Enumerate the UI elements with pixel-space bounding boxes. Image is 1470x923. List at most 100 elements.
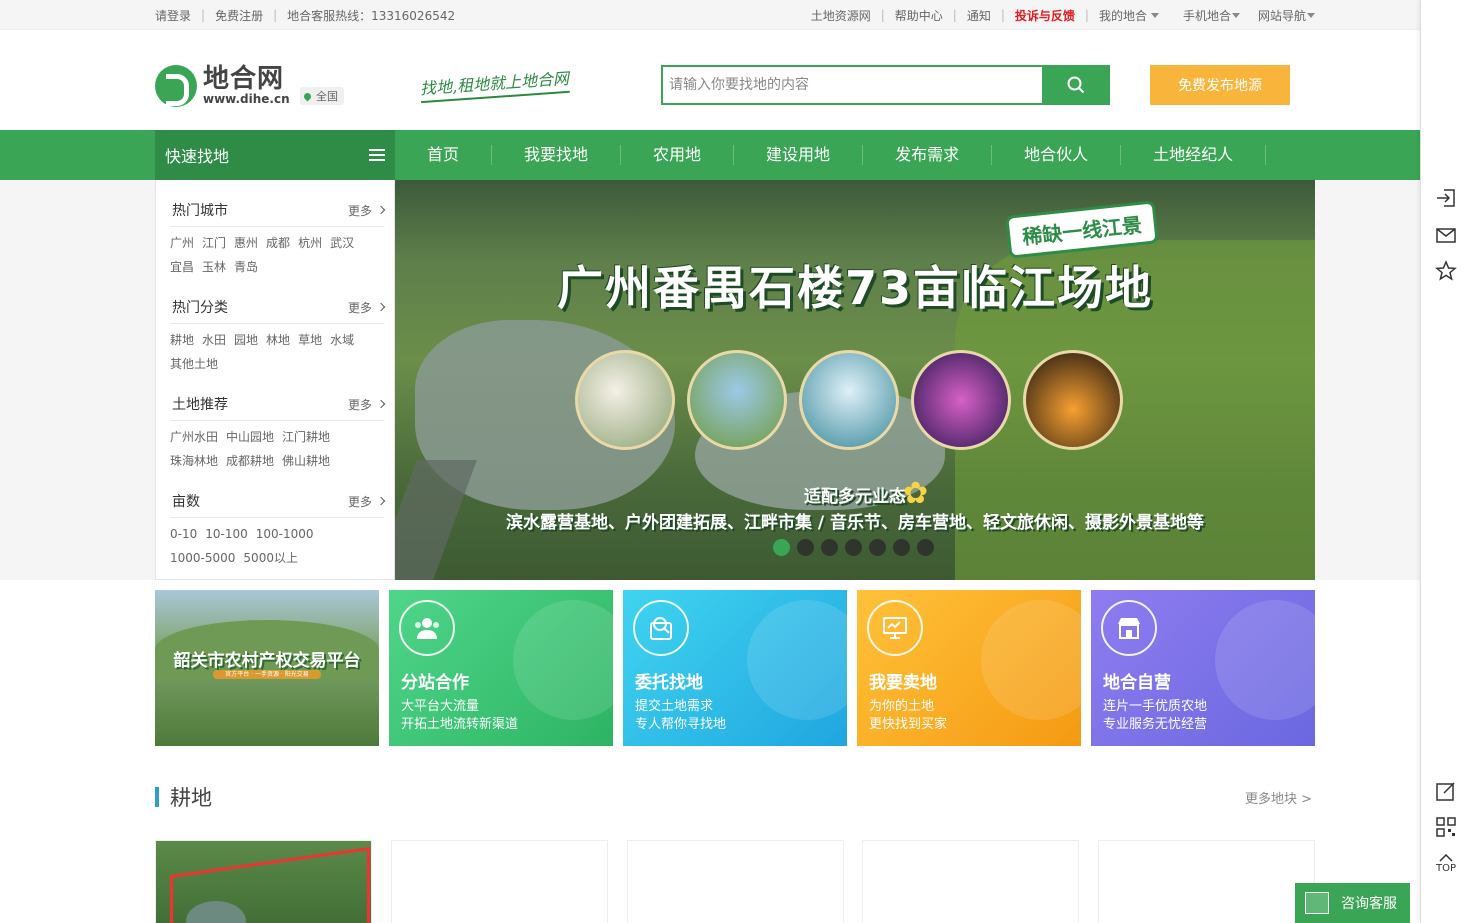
city-link[interactable]: 惠州: [234, 231, 258, 255]
qr-code-icon[interactable]: [1435, 816, 1457, 838]
my-dihe-label: 我的地合: [1098, 8, 1147, 23]
banner-subtitle: 适配多元业态: [804, 487, 906, 507]
chevron-right-icon: [376, 302, 386, 312]
nav-home[interactable]: 首页: [395, 145, 493, 165]
entrust-find-card[interactable]: 委托找地 提交土地需求 专人帮你寻找地: [623, 590, 847, 746]
mobile-dihe-label: 手机地合: [1182, 8, 1231, 23]
city-link[interactable]: 杭州: [298, 231, 322, 255]
card-line: 连片一手优质农地: [1103, 699, 1208, 714]
type-link[interactable]: 耕地: [170, 328, 194, 352]
type-link[interactable]: 水田: [202, 328, 226, 352]
more-plots-link[interactable]: 更多地块 >: [1245, 788, 1312, 807]
recommend-link[interactable]: 江门耕地: [282, 425, 330, 449]
flower-icon: ✿: [903, 476, 929, 511]
publish-land-button[interactable]: 免费发布地源: [1150, 65, 1290, 105]
hero-banner[interactable]: 稀缺一线江景 广州番禺石楼73亩临江场地 适配多元业态 ✿ 滨水露营基地、户外团…: [395, 180, 1315, 580]
recommend-link[interactable]: 中山园地: [226, 425, 274, 449]
city-link[interactable]: 江门: [202, 231, 226, 255]
carousel-dot[interactable]: [797, 539, 814, 556]
type-link[interactable]: 水域: [330, 328, 354, 352]
card-title: 分站合作: [401, 673, 469, 693]
card-line: 专人帮你寻找地: [635, 717, 727, 732]
type-link[interactable]: 草地: [298, 328, 322, 352]
city-link[interactable]: 成都: [266, 231, 290, 255]
city-link[interactable]: 青岛: [234, 255, 258, 279]
notice-link[interactable]: 通知: [967, 7, 991, 24]
type-link[interactable]: 林地: [266, 328, 290, 352]
carousel-dot[interactable]: [845, 539, 862, 556]
land-resource-link[interactable]: 土地资源网: [811, 7, 871, 24]
quick-find-toggle[interactable]: 快速找地: [155, 130, 395, 180]
search-button[interactable]: [1042, 65, 1110, 105]
edit-icon[interactable]: [1435, 780, 1457, 802]
more-link[interactable]: 更多: [348, 493, 386, 510]
listing-card[interactable]: [390, 840, 608, 923]
city-link[interactable]: 宜昌: [170, 255, 194, 279]
sell-land-card[interactable]: 我要卖地 为你的土地 更快找到买家: [857, 590, 1081, 746]
region-selector[interactable]: 全国: [300, 87, 344, 105]
area-link[interactable]: 1000-5000: [170, 546, 235, 570]
site-nav-label: 网站导航: [1257, 8, 1306, 23]
shaoguan-platform-card[interactable]: 韶关市农村产权交易平台 官方平台 · 一手资源 · 阳光交易: [155, 590, 379, 746]
city-link[interactable]: 武汉: [330, 231, 354, 255]
logo-en-text: www.dihe.cn: [203, 92, 290, 106]
more-link[interactable]: 更多: [348, 299, 386, 316]
star-icon[interactable]: [1435, 260, 1457, 282]
logo[interactable]: 地合网 www.dihe.cn: [155, 65, 290, 107]
recommend-link[interactable]: 成都耕地: [226, 449, 274, 473]
listing-card[interactable]: [626, 840, 844, 923]
right-toolbar: TOP: [1420, 0, 1470, 923]
help-center-link[interactable]: 帮助中心: [895, 7, 943, 24]
recommend-link[interactable]: 珠海林地: [170, 449, 218, 473]
nav-construction-land[interactable]: 建设用地: [734, 145, 864, 165]
area-link[interactable]: 10-100: [205, 522, 248, 546]
branch-cooperation-card[interactable]: 分站合作 大平台大流量 开拓土地流转新渠道: [389, 590, 613, 746]
search-icon: [1067, 76, 1085, 94]
login-link[interactable]: 请登录: [155, 7, 191, 24]
more-link[interactable]: 更多: [348, 396, 386, 413]
nav-agricultural-land[interactable]: 农用地: [621, 145, 735, 165]
mail-icon[interactable]: [1435, 224, 1457, 246]
self-operated-card[interactable]: 地合自营 连片一手优质农地 专业服务无忧经营: [1091, 590, 1315, 746]
nav-partner[interactable]: 地合伙人: [992, 145, 1122, 165]
nav-find-land[interactable]: 我要找地: [492, 145, 622, 165]
logo-mark-icon: [155, 65, 197, 107]
customer-service-button[interactable]: 咨询客服: [1295, 883, 1410, 923]
banner-photo-circles: [575, 350, 1135, 450]
site-nav-menu[interactable]: 网站导航: [1258, 7, 1315, 24]
top-bar-right: 土地资源网 | 帮助中心 | 通知 | 投诉与反馈 | 我的地合 手机地合 网站…: [811, 7, 1315, 24]
store-icon: [1101, 600, 1157, 656]
complaint-link[interactable]: 投诉与反馈: [1015, 7, 1075, 24]
mobile-dihe-menu[interactable]: 手机地合: [1183, 7, 1240, 24]
banner-photo: [1023, 350, 1123, 450]
carousel-dot[interactable]: [821, 539, 838, 556]
listing-card[interactable]: [862, 840, 1080, 923]
carousel-dot[interactable]: [869, 539, 886, 556]
listing-card[interactable]: [1098, 840, 1315, 923]
register-link[interactable]: 免费注册: [215, 7, 263, 24]
carousel-dot[interactable]: [893, 539, 910, 556]
nav-items: 首页 我要找地 农用地 建设用地 发布需求 地合伙人 土地经纪人: [395, 130, 1267, 180]
back-to-top-button[interactable]: TOP: [1435, 852, 1457, 876]
carousel-dot[interactable]: [917, 539, 934, 556]
login-icon[interactable]: [1435, 187, 1457, 209]
nav-post-demand[interactable]: 发布需求: [863, 145, 993, 165]
nav-land-broker[interactable]: 土地经纪人: [1121, 145, 1267, 165]
chevron-right-icon: [376, 205, 386, 215]
area-link[interactable]: 100-1000: [256, 522, 314, 546]
listing-card[interactable]: [155, 840, 372, 923]
my-dihe-menu[interactable]: 我的地合: [1099, 7, 1159, 24]
area-link[interactable]: 5000以上: [243, 546, 298, 570]
banner-photo: [911, 350, 1011, 450]
more-link[interactable]: 更多: [348, 202, 386, 219]
service-image-icon: [1305, 892, 1329, 914]
city-link[interactable]: 广州: [170, 231, 194, 255]
recommend-link[interactable]: 佛山耕地: [282, 449, 330, 473]
search-input[interactable]: [661, 65, 1042, 105]
type-link[interactable]: 其他土地: [170, 352, 218, 376]
area-link[interactable]: 0-10: [170, 522, 197, 546]
city-link[interactable]: 玉林: [202, 255, 226, 279]
carousel-dot[interactable]: [773, 539, 790, 556]
recommend-link[interactable]: 广州水田: [170, 425, 218, 449]
type-link[interactable]: 园地: [234, 328, 258, 352]
